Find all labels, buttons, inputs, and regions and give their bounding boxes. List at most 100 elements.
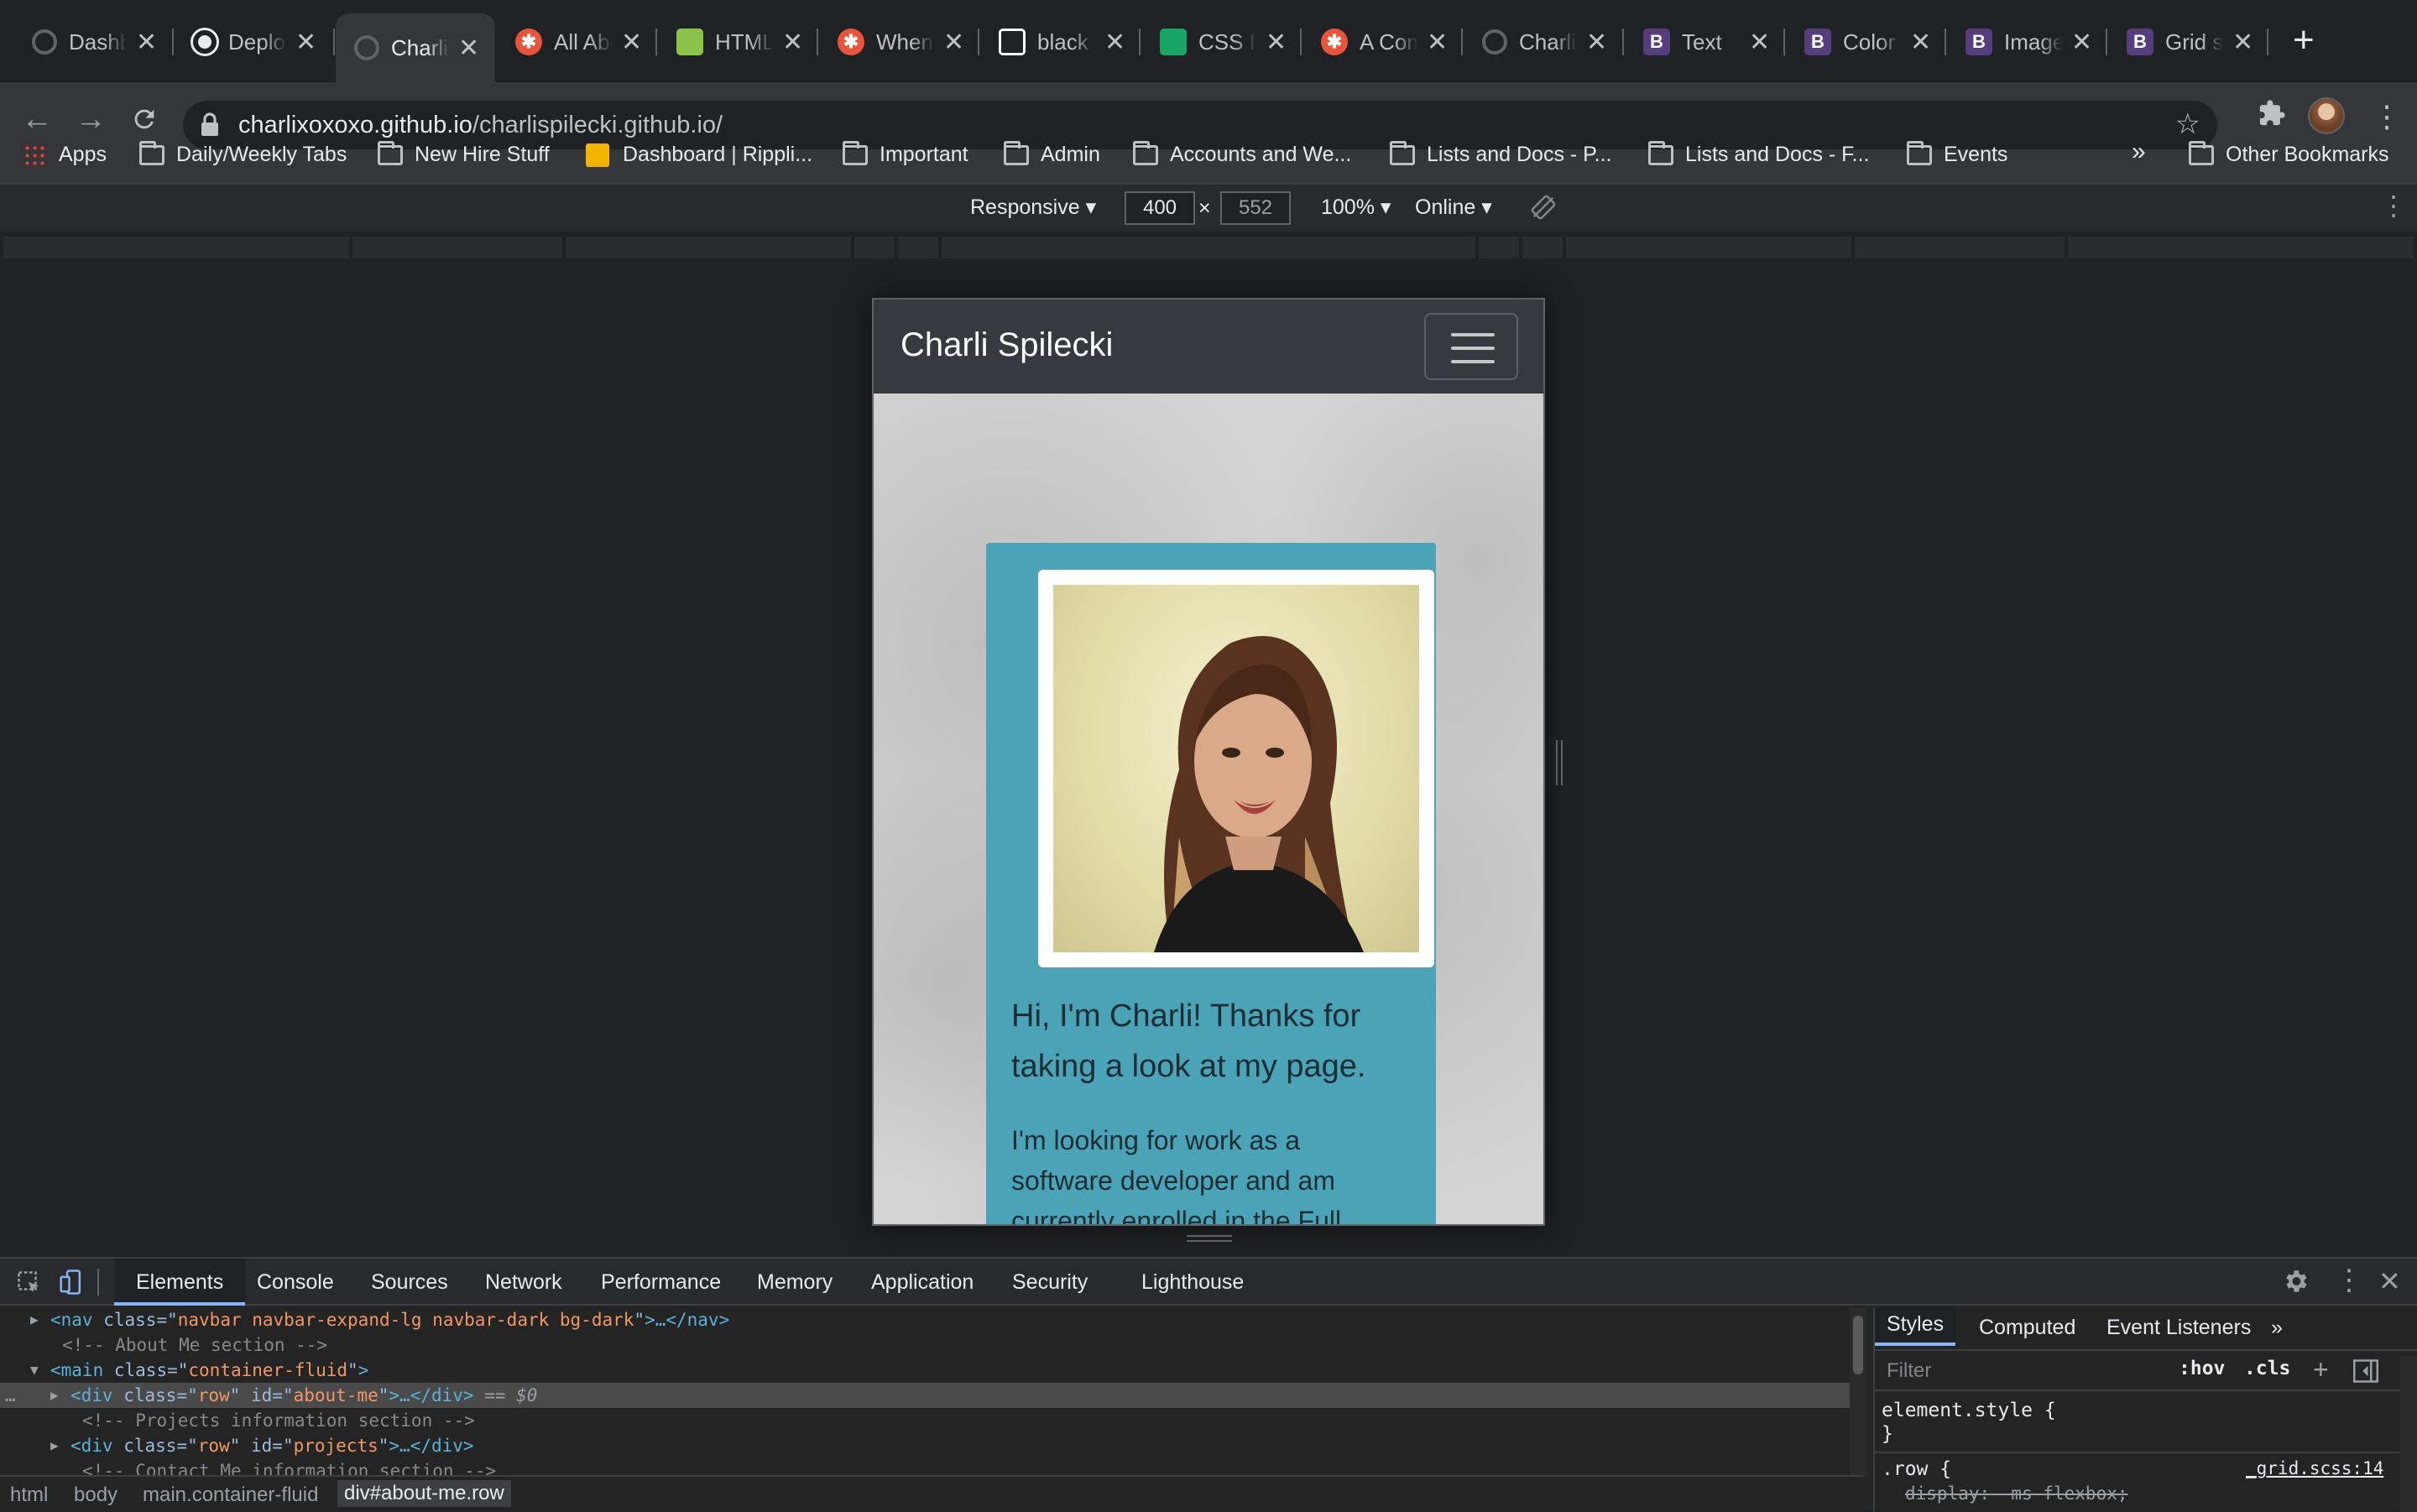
- profile-avatar[interactable]: [2308, 97, 2345, 134]
- bookmark-item[interactable]: New Hire Stuff: [378, 140, 550, 167]
- bookmark-item[interactable]: Admin: [1004, 140, 1100, 167]
- tab-close-icon[interactable]: ✕: [2232, 28, 2253, 57]
- navbar-toggler-button[interactable]: [1424, 313, 1518, 380]
- browser-tab[interactable]: Dashboard ✕: [13, 13, 174, 70]
- reload-button[interactable]: [124, 99, 164, 139]
- dom-ellipsis-icon[interactable]: …: [5, 1383, 16, 1408]
- bookmark-item[interactable]: Daily/Weekly Tabs: [139, 140, 347, 167]
- bookmark-item[interactable]: Lists and Docs - F...: [1648, 140, 1870, 167]
- tab-close-icon[interactable]: ✕: [1266, 28, 1287, 57]
- tab-close-icon[interactable]: ✕: [2071, 28, 2092, 57]
- tab-close-icon[interactable]: ✕: [1910, 28, 1931, 57]
- devtools-tab-application[interactable]: Application: [871, 1270, 974, 1295]
- expand-arrow-icon[interactable]: ▼: [30, 1358, 39, 1383]
- bookmark-item[interactable]: Lists and Docs - P...: [1390, 140, 1611, 167]
- zoom-select[interactable]: 100% ▾: [1321, 195, 1391, 220]
- browser-tab[interactable]: ✱ When ✕: [819, 13, 979, 70]
- devtools-tab-performance[interactable]: Performance: [601, 1270, 721, 1295]
- browser-tab[interactable]: Charli Spilecki ✕: [336, 13, 495, 82]
- cls-toggle[interactable]: .cls: [2244, 1358, 2290, 1379]
- dom-comment-line[interactable]: <!-- Projects information section -->: [0, 1408, 1850, 1433]
- devtools-tab-memory[interactable]: Memory: [757, 1270, 833, 1295]
- dom-node-line[interactable]: ▶ <nav class="navbar navbar-expand-lg nav…: [0, 1307, 1850, 1332]
- element-style-rule[interactable]: element.style {: [1882, 1400, 2056, 1421]
- devtools-tab-network[interactable]: Network: [485, 1270, 562, 1295]
- devtools-tab-security[interactable]: Security: [1012, 1270, 1088, 1295]
- tab-close-icon[interactable]: ✕: [295, 28, 316, 57]
- toggle-sidebar-icon[interactable]: [2353, 1359, 2378, 1387]
- settings-gear-icon[interactable]: [2281, 1267, 2310, 1300]
- tab-close-icon[interactable]: ✕: [1749, 28, 1770, 57]
- tab-close-icon[interactable]: ✕: [943, 28, 964, 57]
- breadcrumb-item[interactable]: div#about-me.row: [337, 1480, 511, 1507]
- expand-arrow-icon[interactable]: ▶: [50, 1433, 59, 1458]
- bookmark-item[interactable]: Events: [1907, 140, 2007, 167]
- browser-tab[interactable]: B Color ✕: [1786, 13, 1946, 70]
- browser-tab[interactable]: Deploying ✕: [175, 13, 335, 70]
- bookmark-item[interactable]: Important: [843, 140, 968, 167]
- hov-toggle[interactable]: :hov: [2179, 1358, 2225, 1379]
- tab-close-icon[interactable]: ✕: [1586, 28, 1607, 57]
- styles-scrollbar[interactable]: [2400, 1356, 2417, 1512]
- styles-filter-input[interactable]: Filter: [1887, 1359, 1931, 1383]
- devtools-menu-icon[interactable]: ⋮: [2335, 1264, 2363, 1297]
- new-rule-plus-icon[interactable]: +: [2313, 1354, 2329, 1385]
- browser-menu-kebab-icon[interactable]: ⋮: [2372, 99, 2402, 134]
- other-bookmarks[interactable]: Other Bookmarks: [2189, 140, 2389, 167]
- bookmark-item[interactable]: Dashboard | Rippli...: [586, 143, 812, 167]
- breadcrumb-item[interactable]: body: [74, 1483, 117, 1507]
- browser-tab[interactable]: ✱ All About ✕: [497, 13, 657, 70]
- device-toggle-icon[interactable]: [59, 1269, 84, 1300]
- bookmarks-overflow-button[interactable]: »: [2132, 138, 2146, 166]
- viewport-height-input[interactable]: 552: [1220, 191, 1291, 225]
- browser-tab[interactable]: B Grid s ✕: [2108, 13, 2268, 70]
- dom-node-line[interactable]: ▼ <main class="container-fluid">: [0, 1358, 1850, 1383]
- tab-close-icon[interactable]: ✕: [1427, 28, 1448, 57]
- dom-node-line[interactable]: ▶ <div class="row" id="projects">…</div>: [0, 1433, 1850, 1458]
- tab-close-icon[interactable]: ✕: [136, 28, 157, 57]
- browser-tab[interactable]: ✱ A Com ✕: [1302, 13, 1463, 70]
- devtools-tab-console[interactable]: Console: [257, 1270, 334, 1295]
- browser-tab[interactable]: B Image ✕: [1947, 13, 2107, 70]
- styles-tab-more[interactable]: »: [2271, 1316, 2283, 1340]
- browser-tab[interactable]: HTML ✕: [658, 13, 818, 70]
- dom-comment-line[interactable]: <!-- About Me section -->: [0, 1332, 1850, 1358]
- forward-button[interactable]: →: [70, 99, 111, 139]
- viewport-width-input[interactable]: 400: [1125, 191, 1195, 225]
- inspect-element-icon[interactable]: [17, 1270, 42, 1300]
- browser-tab[interactable]: Charli ✕: [1464, 13, 1624, 70]
- site-brand[interactable]: Charli Spilecki: [901, 326, 1113, 364]
- viewport-resize-handle-bottom[interactable]: [1187, 1235, 1232, 1242]
- styles-tab-computed[interactable]: Computed: [1979, 1316, 2075, 1340]
- extensions-puzzle-icon[interactable]: [2258, 99, 2286, 135]
- browser-tab[interactable]: black ✕: [980, 13, 1141, 70]
- breadcrumb-item[interactable]: html: [10, 1483, 48, 1507]
- tab-close-icon[interactable]: ✕: [782, 28, 803, 57]
- expand-arrow-icon[interactable]: ▶: [50, 1383, 59, 1408]
- browser-tab[interactable]: CSS I ✕: [1141, 13, 1302, 70]
- viewport-resize-handle-right[interactable]: [1556, 740, 1563, 785]
- devtools-close-icon[interactable]: ✕: [2378, 1265, 2401, 1297]
- row-rule-property[interactable]: display: -ms-flexbox;: [1905, 1483, 2128, 1504]
- styles-tab-styles[interactable]: Styles: [1875, 1307, 1956, 1346]
- styles-tab-event-listeners[interactable]: Event Listeners: [2106, 1316, 2251, 1340]
- tab-close-icon[interactable]: ✕: [621, 28, 642, 57]
- dom-node-line[interactable]: … ▶ <div class="row" id="about-me">…</div>…: [0, 1383, 1850, 1408]
- rotate-icon[interactable]: [1531, 195, 1556, 226]
- dom-scrollbar[interactable]: [1850, 1307, 1866, 1475]
- tab-close-icon[interactable]: ✕: [458, 34, 479, 63]
- expand-arrow-icon[interactable]: ▶: [30, 1307, 39, 1332]
- bookmark-item[interactable]: Accounts and We...: [1133, 140, 1351, 167]
- devtools-tab-elements[interactable]: Elements: [114, 1259, 246, 1306]
- devtools-tab-sources[interactable]: Sources: [371, 1270, 448, 1295]
- bookmark-item[interactable]: Apps: [23, 143, 107, 167]
- device-select[interactable]: Responsive ▾: [970, 195, 1096, 220]
- tab-close-icon[interactable]: ✕: [1104, 28, 1125, 57]
- browser-tab[interactable]: B Text ✕: [1625, 13, 1785, 70]
- devtools-tab-lighthouse[interactable]: Lighthouse: [1141, 1270, 1244, 1295]
- breadcrumb-item[interactable]: main.container-fluid: [143, 1483, 318, 1507]
- throttle-select[interactable]: Online ▾: [1415, 195, 1492, 220]
- row-rule-selector[interactable]: .row {: [1882, 1458, 1951, 1480]
- back-button[interactable]: ←: [17, 99, 57, 139]
- new-tab-button[interactable]: +: [2293, 22, 2315, 59]
